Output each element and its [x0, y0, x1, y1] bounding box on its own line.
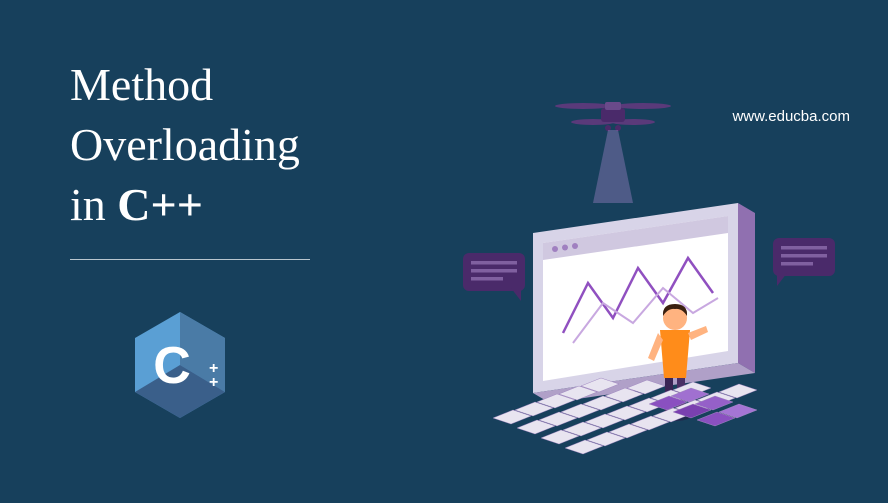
- chat-bubble-left-icon: [463, 253, 525, 301]
- title-line-2: Overloading: [70, 115, 310, 175]
- illustration: [403, 88, 863, 468]
- title-line-3: in C++: [70, 175, 310, 235]
- drone-icon: [555, 102, 671, 203]
- title-divider: [70, 259, 310, 260]
- hexagon-icon: C + +: [130, 310, 230, 420]
- svg-text:C: C: [153, 337, 191, 395]
- title-prefix: in: [70, 179, 117, 230]
- screen-panel: [533, 203, 755, 403]
- svg-text:+: +: [209, 374, 218, 391]
- illustration-svg: [403, 88, 863, 468]
- chat-bubble-right-icon: [773, 238, 835, 286]
- keyboard-icon: [493, 378, 757, 454]
- title-line-1: Method: [70, 55, 310, 115]
- title-bold: C++: [117, 179, 203, 230]
- title-block: Method Overloading in C++ C + +: [70, 55, 310, 420]
- cpp-logo: C + +: [130, 310, 230, 420]
